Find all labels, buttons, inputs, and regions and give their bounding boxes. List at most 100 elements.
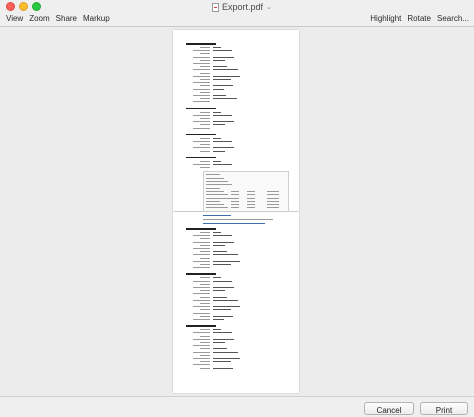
zoom-button[interactable]: Zoom xyxy=(29,12,49,26)
page-text-line xyxy=(200,283,210,285)
page-text-line xyxy=(193,299,210,301)
markup-button[interactable]: Markup xyxy=(83,12,110,26)
page-text-line xyxy=(200,47,210,48)
cancel-button[interactable]: Cancel xyxy=(364,402,414,415)
page-text-line xyxy=(193,235,210,237)
page-text-line xyxy=(200,144,210,146)
page-text-line xyxy=(213,287,234,288)
page-text-line xyxy=(206,181,228,182)
page-text-line xyxy=(213,121,234,123)
page-text-line xyxy=(200,137,210,139)
page-text-line xyxy=(213,332,232,334)
toolbar-left: View Zoom Share Markup xyxy=(6,12,110,26)
page-text-line xyxy=(193,141,210,142)
page-text-line xyxy=(267,207,279,209)
search-field[interactable]: Search... xyxy=(437,12,469,26)
page-text-line xyxy=(200,160,210,162)
page-text-line xyxy=(231,207,239,209)
page-text-line xyxy=(193,121,210,123)
page-text-line xyxy=(213,342,225,343)
document-canvas[interactable] xyxy=(0,27,474,396)
page-text-line xyxy=(213,50,232,52)
page-text-line xyxy=(193,358,210,359)
page-text-line xyxy=(193,164,210,165)
page-text-line xyxy=(213,306,240,308)
pdf-file-icon xyxy=(212,2,219,12)
page-text-line xyxy=(213,59,225,61)
page-text-line xyxy=(231,197,239,199)
page-text-line xyxy=(213,232,221,233)
page-text-line xyxy=(186,133,216,136)
page-text-line xyxy=(200,264,210,265)
page-text-line xyxy=(200,91,210,93)
page-text-line xyxy=(193,306,210,308)
print-button[interactable]: Print xyxy=(420,402,468,415)
page-text-line xyxy=(193,114,210,116)
highlight-button[interactable]: Highlight xyxy=(370,12,401,26)
zoom-window-button[interactable] xyxy=(32,2,41,11)
page-text-line xyxy=(213,147,234,149)
page-text-line xyxy=(267,190,279,192)
share-button[interactable]: Share xyxy=(56,12,77,26)
page-text-line xyxy=(186,43,216,45)
page-text-line xyxy=(200,354,210,356)
page-text-line xyxy=(186,228,216,230)
page-text-line xyxy=(213,251,227,253)
page-text-line xyxy=(193,332,210,334)
page-text-line xyxy=(213,254,238,256)
page-text-line xyxy=(200,238,210,240)
page-text-line xyxy=(200,79,210,80)
page-text-line xyxy=(200,309,210,311)
page-text-line xyxy=(193,241,210,243)
page-text-line xyxy=(213,290,225,292)
page-text-line xyxy=(213,124,225,126)
close-window-button[interactable] xyxy=(6,2,15,11)
page-text-line xyxy=(213,280,232,282)
page-text-line xyxy=(200,53,210,55)
page-text-line xyxy=(213,296,227,298)
pdf-page-1[interactable] xyxy=(173,30,299,211)
page-text-line xyxy=(200,244,210,246)
title-bar: Export.pdf ⌄ xyxy=(0,0,474,12)
page-text-line xyxy=(193,260,210,262)
page-text-line xyxy=(193,69,210,71)
page-text-line xyxy=(200,348,210,350)
page-text-line xyxy=(200,232,210,233)
toolbar: View Zoom Share Markup Highlight Rotate … xyxy=(0,12,474,26)
pdf-page-2[interactable] xyxy=(173,212,299,393)
page-text-line xyxy=(193,280,210,282)
page-text-line xyxy=(213,277,221,279)
page-text-line xyxy=(213,85,233,87)
page-text-line xyxy=(200,303,210,304)
page-text-line xyxy=(200,296,210,298)
page-text-line xyxy=(193,345,210,347)
page-text-line xyxy=(213,319,224,320)
page-text-line xyxy=(267,197,279,199)
page-text-line xyxy=(193,338,210,340)
page-text-line xyxy=(186,107,216,110)
page-text-line xyxy=(247,200,255,202)
page-text-line xyxy=(213,79,231,80)
view-menu-button[interactable]: View xyxy=(6,12,23,26)
rotate-button[interactable]: Rotate xyxy=(407,12,431,26)
page-text-line xyxy=(213,315,233,317)
page-text-line xyxy=(213,264,231,265)
document-title-text: Export.pdf xyxy=(222,2,264,12)
page-text-line xyxy=(213,88,224,90)
page-text-line xyxy=(200,124,210,126)
page-text-line xyxy=(206,190,224,192)
page-text-line xyxy=(213,66,227,68)
page-text-line xyxy=(193,95,210,96)
minimize-window-button[interactable] xyxy=(19,2,28,11)
page-text-line xyxy=(213,111,221,113)
chevron-down-icon: ⌄ xyxy=(266,4,272,11)
page-text-line xyxy=(200,251,210,253)
page-text-line xyxy=(231,190,239,192)
page-text-line xyxy=(206,207,228,209)
page-text-line xyxy=(200,277,210,279)
page-text-line xyxy=(203,223,265,224)
page-text-line xyxy=(206,174,220,176)
page-text-line xyxy=(186,325,216,327)
page-text-line xyxy=(193,267,210,269)
preview-window: Export.pdf ⌄ View Zoom Share Markup High… xyxy=(0,0,474,417)
